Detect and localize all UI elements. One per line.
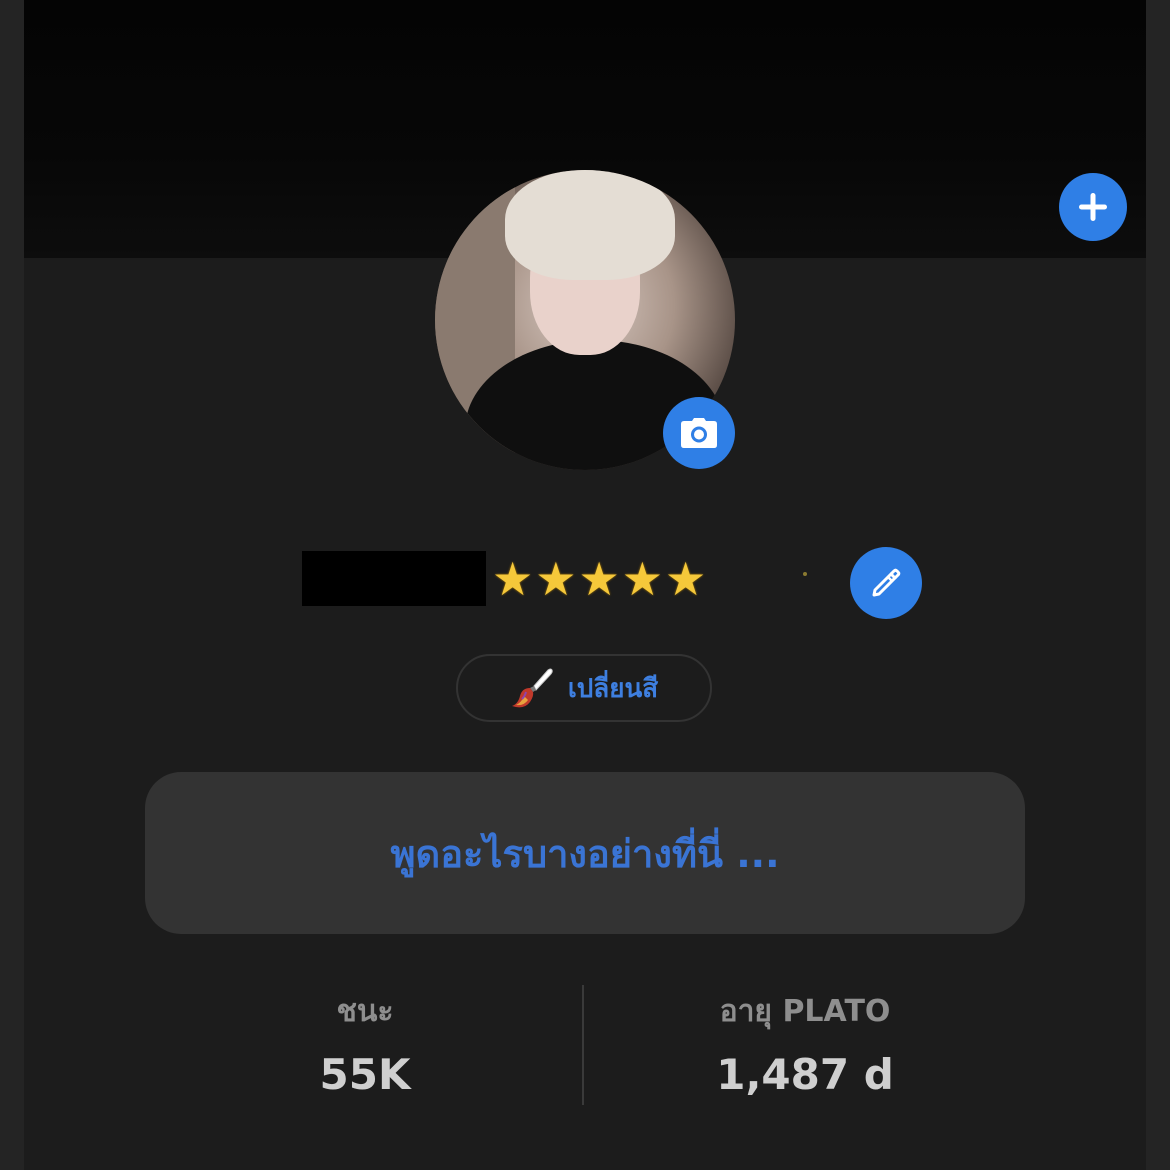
username-redacted — [302, 551, 486, 606]
star-icon: ★ — [578, 552, 620, 606]
star-icon: ★ — [621, 552, 663, 606]
pencil-icon — [872, 568, 901, 597]
rating-stars: ★ ★ ★ ★ ★ — [492, 553, 706, 605]
left-gutter — [0, 0, 24, 1170]
paintbrush-icon — [511, 668, 553, 708]
camera-icon — [681, 418, 717, 448]
status-input[interactable]: พูดอะไรบางอย่างที่นี่ ... — [145, 772, 1025, 934]
right-gutter — [1146, 0, 1170, 1170]
wins-label: ชนะ — [336, 994, 394, 1029]
plato-age-stat: อายุ PLATO 1,487 d — [595, 990, 1015, 1099]
edit-name-button[interactable] — [850, 547, 922, 619]
stats-divider — [582, 985, 584, 1105]
status-placeholder: พูดอะไรบางอย่างที่นี่ ... — [390, 831, 780, 876]
profile-page: ★ ★ ★ ★ ★ เปลี่ยนสี พูดอะไรบางอย่างที่นี… — [0, 0, 1170, 1170]
change-color-label: เปลี่ยนสี — [567, 673, 659, 704]
wins-stat: ชนะ 55K — [155, 990, 575, 1099]
wins-value: 55K — [319, 1050, 411, 1099]
plato-age-label: อายุ PLATO — [719, 994, 891, 1029]
avatar-hair — [505, 170, 675, 280]
add-cover-button[interactable] — [1059, 173, 1127, 241]
star-icon: ★ — [492, 552, 534, 606]
plato-age-value: 1,487 d — [716, 1050, 894, 1099]
name-dot — [803, 572, 807, 576]
change-avatar-button[interactable] — [663, 397, 735, 469]
plus-icon — [1079, 193, 1107, 221]
star-icon: ★ — [535, 552, 577, 606]
change-color-button[interactable]: เปลี่ยนสี — [456, 654, 712, 722]
star-icon: ★ — [665, 552, 707, 606]
